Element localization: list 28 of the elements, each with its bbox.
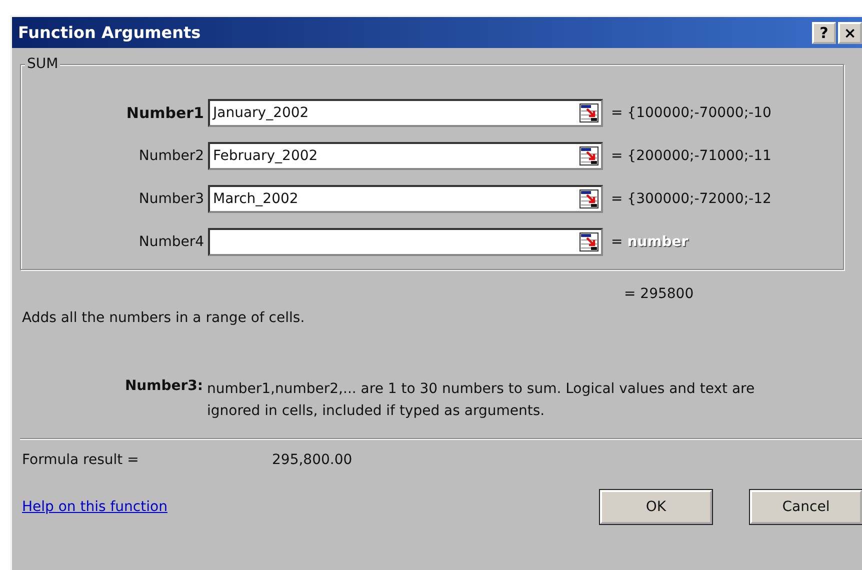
close-button[interactable]: × — [838, 22, 862, 44]
argument-label: Number1 — [125, 104, 205, 122]
argument-help-text: number1,number2,... are 1 to 30 numbers to sum. Logical values and text are ignored in cells, included if typed as arguments. — [207, 380, 756, 421]
input-field[interactable]: February_2002 — [208, 142, 603, 170]
argument-value: = {300000;-72000;-12 — [611, 190, 772, 206]
input-field[interactable]: March_2002 — [208, 184, 603, 212]
function-description: Adds all the numbers in a range of cells. — [22, 310, 306, 326]
help-link[interactable]: Help on this function — [22, 499, 168, 515]
argument-value: = {100000;-70000;-10 — [611, 104, 772, 120]
argument-value: = {200000;-71000;-11 — [611, 148, 772, 164]
collapse-dialog-icon[interactable] — [579, 232, 599, 252]
argument-label: Number2 — [138, 148, 205, 164]
input-field[interactable] — [208, 228, 603, 256]
collapse-dialog-icon[interactable] — [579, 102, 599, 122]
window-title: Function Arguments — [18, 23, 201, 42]
formula-result-label: Formula result = — [22, 452, 140, 468]
help-button[interactable]: ? — [812, 22, 836, 44]
formula-result-value: 295,800.00 — [272, 452, 352, 468]
argument-label: Number4 — [138, 234, 205, 250]
argument-help-label: Number3: — [124, 378, 204, 396]
argument-value: = number — [611, 234, 688, 250]
collapse-dialog-icon[interactable] — [579, 146, 599, 166]
function-result: = 295800 — [624, 286, 695, 304]
ok-button[interactable]: OK — [600, 490, 712, 524]
input-field[interactable]: January_2002 — [208, 98, 603, 126]
argument-label: Number3 — [138, 190, 205, 206]
collapse-dialog-icon[interactable] — [579, 188, 599, 208]
cancel-button[interactable]: Cancel — [750, 490, 862, 524]
